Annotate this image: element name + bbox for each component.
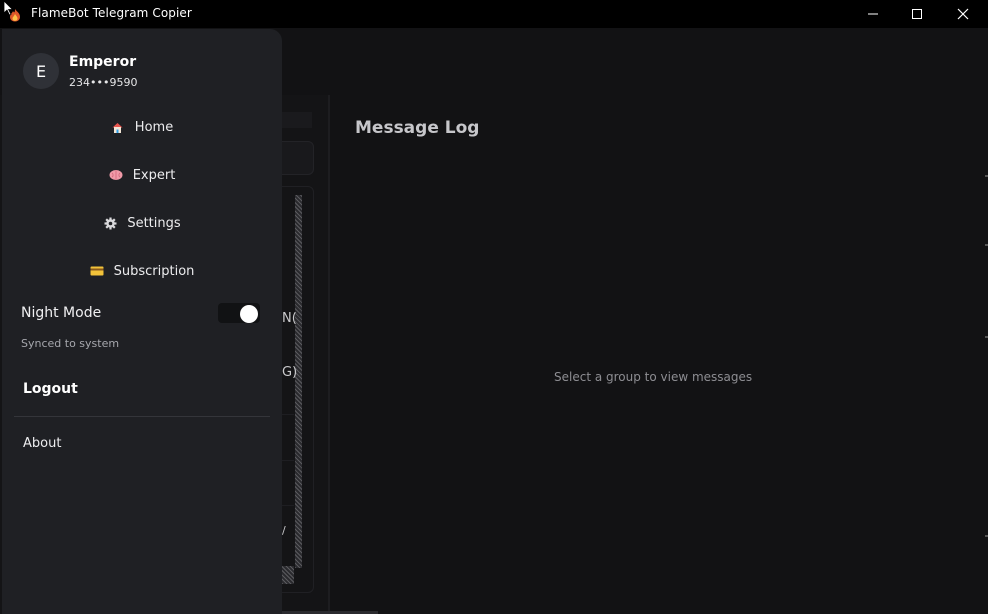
nav-item-label: Home xyxy=(134,119,174,135)
user-phone: 234•••9590 xyxy=(69,76,138,89)
night-mode-toggle[interactable] xyxy=(218,303,260,323)
group-name-fragment[interactable]: / xyxy=(282,524,286,537)
logout-button[interactable]: Logout xyxy=(23,381,78,397)
panel-divider xyxy=(328,95,330,614)
drawer-divider xyxy=(14,416,270,417)
avatar[interactable]: E xyxy=(23,53,59,89)
about-link[interactable]: About xyxy=(23,436,61,451)
brain-icon xyxy=(109,168,123,182)
nav-item-home[interactable]: Home xyxy=(2,110,282,144)
navigation-drawer: E Emperor 234•••9590 Home Expert Setting… xyxy=(2,29,282,614)
title-bar: FlameBot Telegram Copier xyxy=(0,0,988,28)
maximize-button[interactable] xyxy=(894,0,940,28)
nav-item-label: Settings xyxy=(127,215,181,231)
night-mode-label: Night Mode xyxy=(21,305,102,321)
nav-item-label: Expert xyxy=(132,167,176,183)
group-list-scrollbar[interactable] xyxy=(295,195,302,568)
list-row-divider xyxy=(282,505,294,506)
list-row-divider xyxy=(282,414,294,415)
user-name: Emperor xyxy=(69,54,137,70)
group-name-fragment[interactable]: N( xyxy=(282,311,297,326)
close-button[interactable] xyxy=(940,0,986,28)
mouse-cursor-icon xyxy=(3,0,14,20)
credit-card-icon xyxy=(90,264,104,278)
scrollbar-corner xyxy=(282,566,294,584)
minimize-button[interactable] xyxy=(850,0,896,28)
group-name-fragment[interactable]: G) xyxy=(282,365,297,380)
window-title: FlameBot Telegram Copier xyxy=(31,6,192,20)
night-mode-caption: Synced to system xyxy=(21,337,120,350)
nav-item-label: Subscription xyxy=(113,263,195,279)
gear-icon xyxy=(103,216,117,230)
toggle-knob xyxy=(240,305,258,323)
empty-state-text: Select a group to view messages xyxy=(554,370,753,384)
message-log-title: Message Log xyxy=(355,118,480,138)
house-icon xyxy=(111,120,125,134)
list-row-divider xyxy=(282,460,294,461)
nav-item-settings[interactable]: Settings xyxy=(2,206,282,240)
nav-item-subscription[interactable]: Subscription xyxy=(2,254,282,288)
nav-item-expert[interactable]: Expert xyxy=(2,158,282,192)
